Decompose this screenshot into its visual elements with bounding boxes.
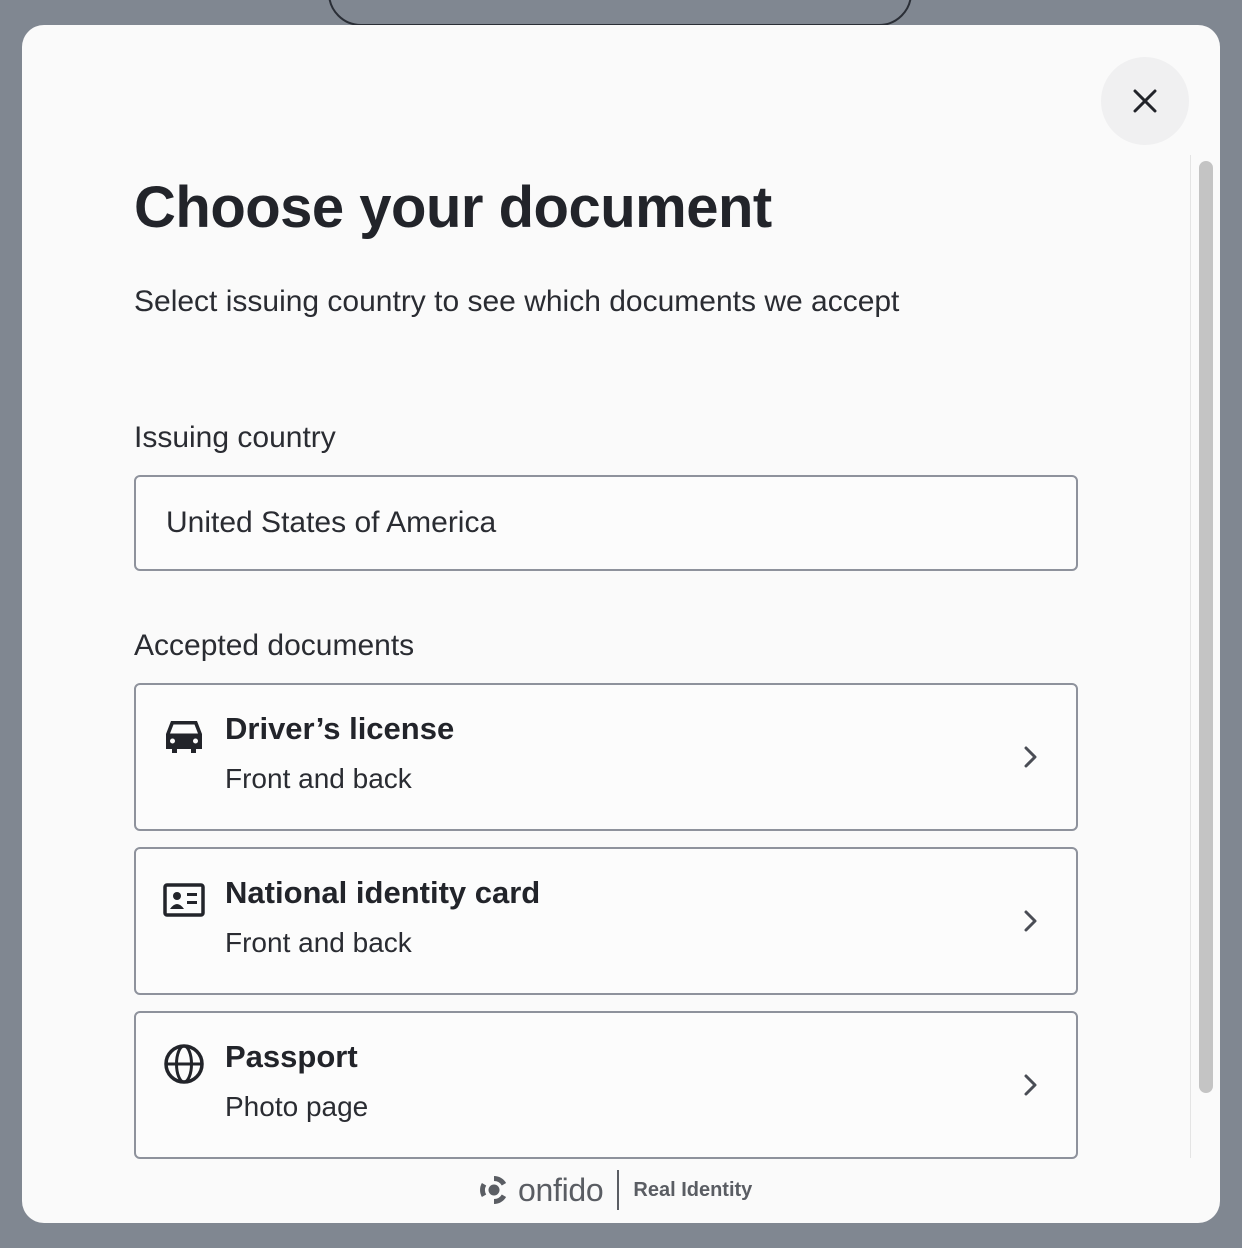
- chevron-right-icon: [1024, 910, 1037, 932]
- scrollbar[interactable]: [1190, 155, 1220, 1158]
- brand-tagline: Real Identity: [633, 1178, 753, 1201]
- brand-name: onfido: [518, 1171, 604, 1208]
- document-selection-modal: Choose your document Select issuing coun…: [22, 25, 1220, 1223]
- onfido-logo: onfido: [478, 1171, 604, 1209]
- car-icon: [166, 721, 202, 753]
- page-title: Choose your document: [134, 175, 772, 240]
- document-title: Driver’s license: [225, 711, 455, 746]
- id-card-icon: [163, 883, 205, 917]
- background-pill-button: [328, 0, 912, 26]
- document-title: National identity card: [225, 875, 541, 910]
- chevron-right-icon: [1024, 1074, 1037, 1096]
- issuing-country-value: United States of America: [166, 506, 497, 539]
- accepted-documents-label: Accepted documents: [134, 629, 415, 662]
- chevron-right-icon: [1024, 746, 1037, 768]
- scrollbar-thumb[interactable]: [1199, 161, 1213, 1093]
- footer-divider: [617, 1170, 620, 1210]
- document-subtitle: Front and back: [225, 927, 412, 958]
- document-subtitle: Front and back: [225, 763, 412, 794]
- close-icon: [1133, 89, 1157, 113]
- document-option-national-identity-card[interactable]: National identity card Front and back: [134, 847, 1078, 995]
- issuing-country-label: Issuing country: [134, 421, 336, 454]
- document-option-drivers-license[interactable]: Driver’s license Front and back: [134, 683, 1078, 831]
- page-subtitle: Select issuing country to see which docu…: [134, 285, 900, 318]
- document-title: Passport: [225, 1039, 358, 1074]
- onfido-mark-icon: [480, 1176, 507, 1204]
- document-subtitle: Photo page: [225, 1091, 369, 1122]
- issuing-country-input[interactable]: United States of America: [134, 475, 1078, 571]
- document-option-passport[interactable]: Passport Photo page: [134, 1011, 1078, 1159]
- footer-branding: onfido Real Identity: [478, 1169, 752, 1211]
- close-button[interactable]: [1101, 57, 1189, 145]
- globe-icon: [164, 1044, 204, 1084]
